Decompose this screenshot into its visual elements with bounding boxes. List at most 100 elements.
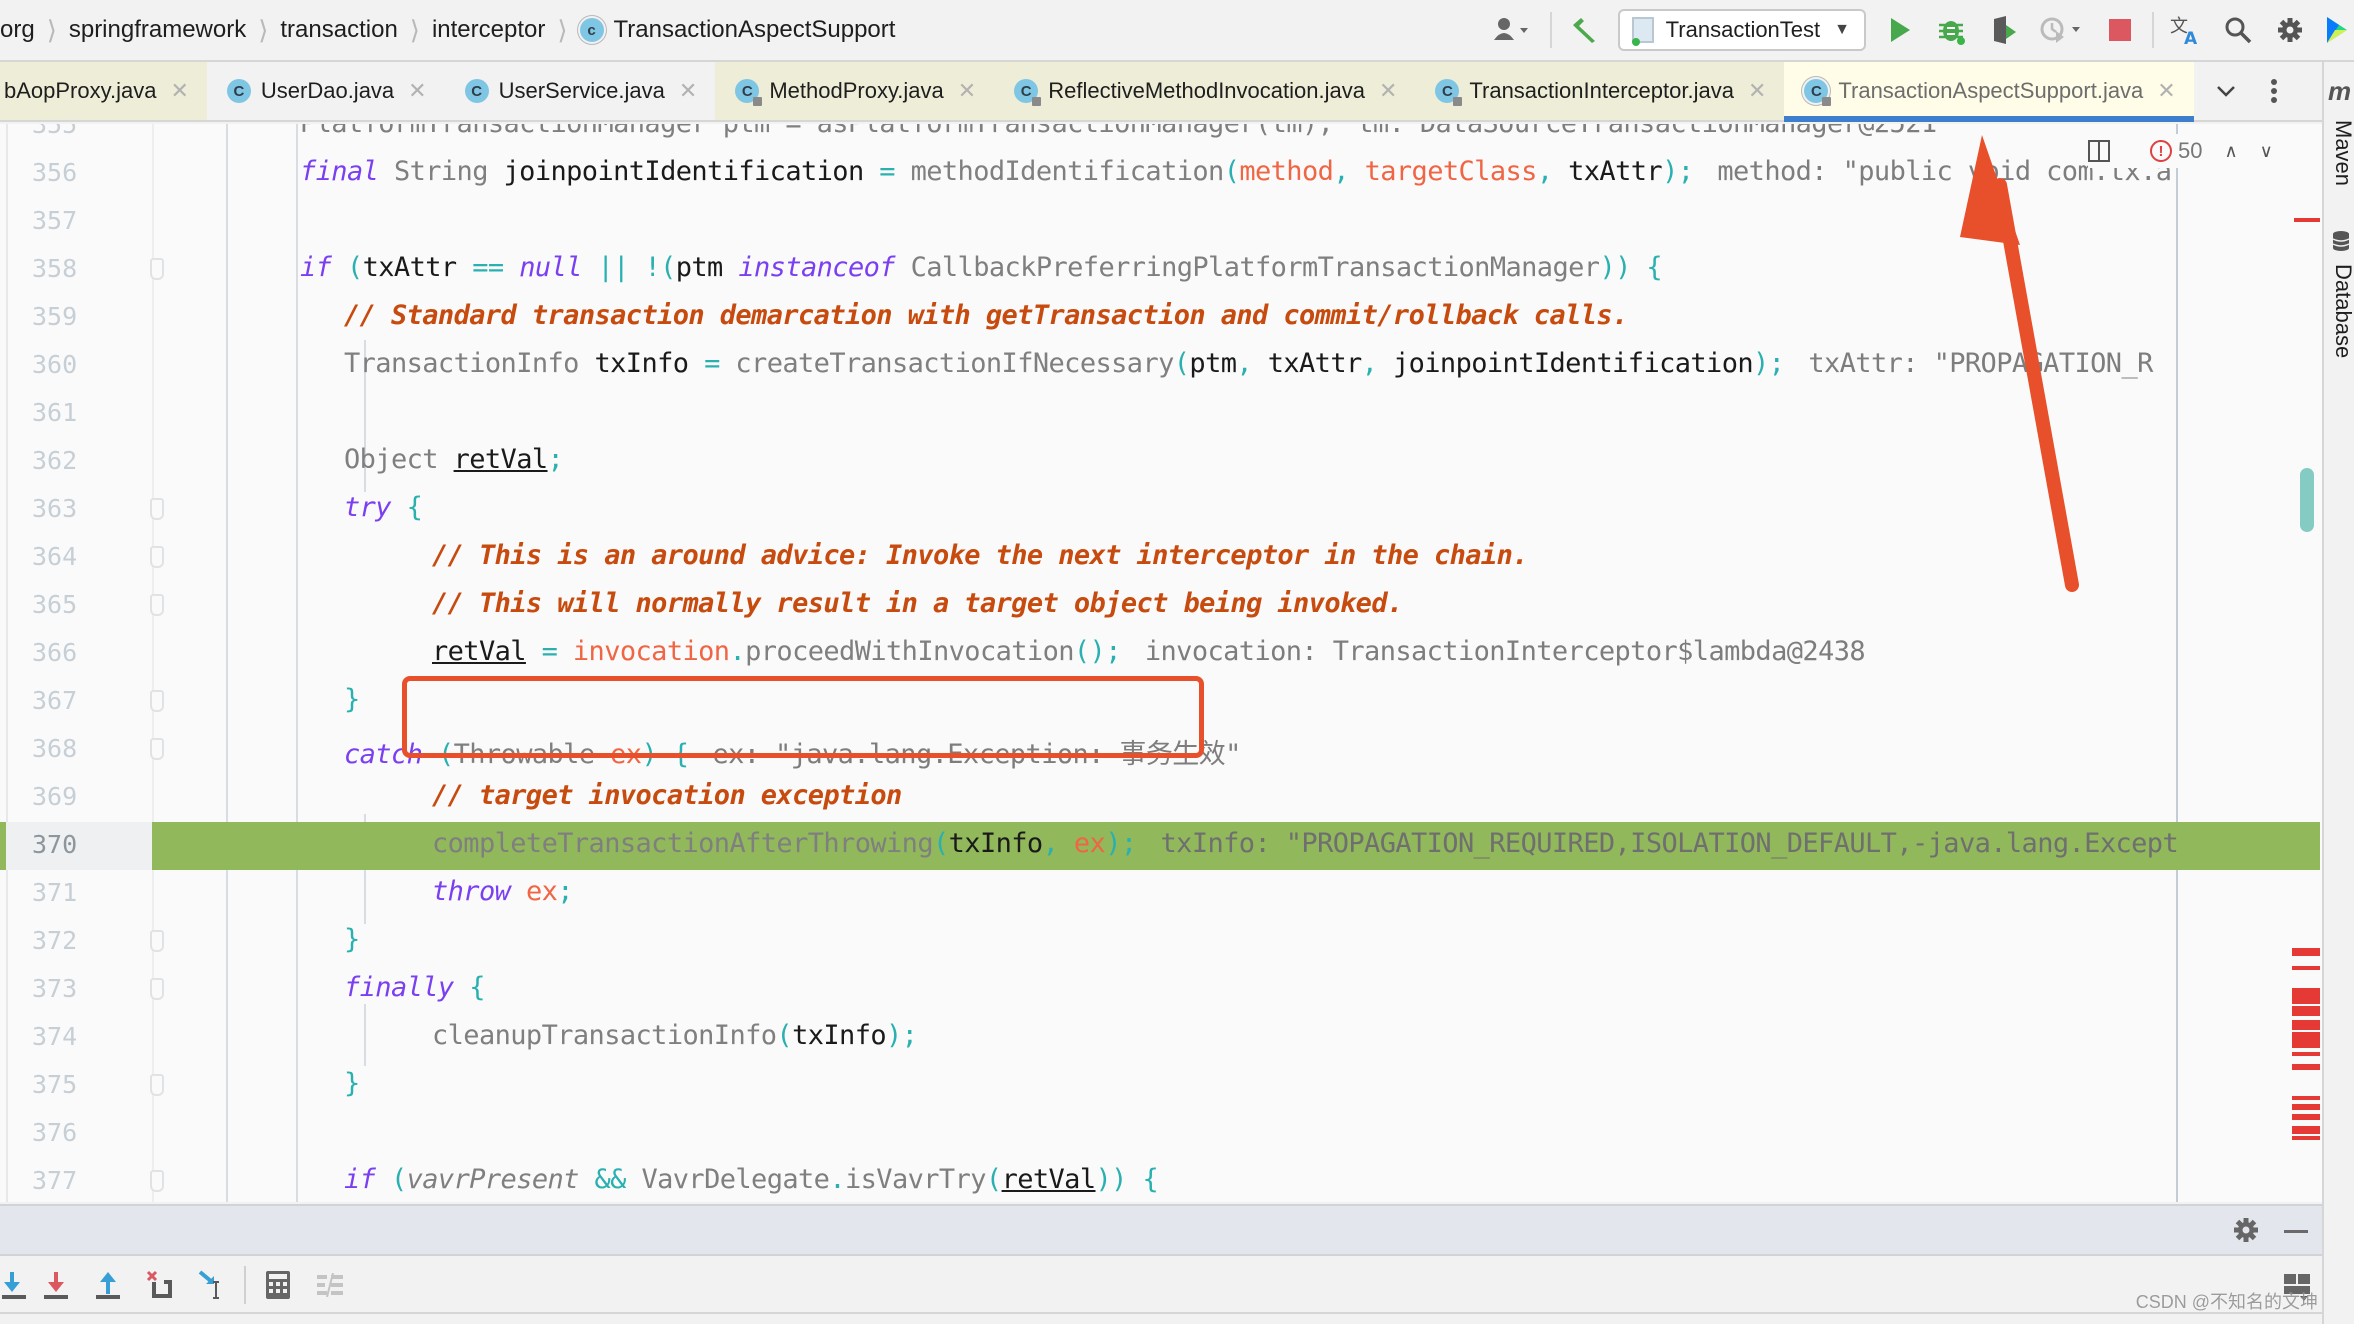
plugin-button[interactable] bbox=[2320, 8, 2354, 52]
code-line[interactable]: 362 Object retVal; bbox=[0, 438, 2320, 486]
code-line[interactable]: 363 try { bbox=[0, 486, 2320, 534]
code-line[interactable]: 366 retVal = invocation.proceedWithInvoc… bbox=[0, 630, 2320, 678]
error-stripe-mark[interactable] bbox=[2292, 1126, 2320, 1134]
gutter-cell: 369 bbox=[6, 774, 152, 822]
tab-transaction-interceptor[interactable]: C TransactionInterceptor.java ✕ bbox=[1415, 62, 1785, 120]
run-button[interactable] bbox=[1878, 8, 1922, 52]
search-button[interactable] bbox=[2216, 8, 2260, 52]
close-icon[interactable]: ✕ bbox=[1748, 78, 1766, 104]
database-tool-button[interactable]: Database bbox=[2330, 264, 2354, 358]
fold-toggle[interactable] bbox=[150, 1170, 164, 1192]
tab-userservice[interactable]: C UserService.java ✕ bbox=[445, 62, 716, 120]
code-line[interactable]: 357 bbox=[0, 198, 2320, 246]
translate-button[interactable]: 文A bbox=[2164, 8, 2208, 52]
drop-frame-button[interactable] bbox=[134, 1261, 186, 1309]
fold-toggle[interactable] bbox=[150, 690, 164, 712]
code-line[interactable]: 374 cleanupTransactionInfo(txInfo); bbox=[0, 1014, 2320, 1062]
breadcrumb-item-org[interactable]: org bbox=[0, 16, 35, 44]
fold-toggle[interactable] bbox=[150, 546, 164, 568]
error-stripe-mark[interactable] bbox=[2292, 948, 2320, 956]
step-into-button[interactable] bbox=[30, 1261, 82, 1309]
code-line[interactable]: 369 // target invocation exception bbox=[0, 774, 2320, 822]
run-to-cursor-button[interactable] bbox=[186, 1261, 238, 1309]
code-line[interactable]: 368 catch (Throwable ex) {ex: "java.lang… bbox=[0, 726, 2320, 774]
error-stripe-mark[interactable] bbox=[2292, 1104, 2320, 1110]
fold-toggle[interactable] bbox=[150, 594, 164, 616]
debug-button[interactable] bbox=[1930, 8, 1974, 52]
breadcrumb-item-transaction[interactable]: transaction bbox=[280, 16, 397, 44]
code-line[interactable]: 373 finally { bbox=[0, 966, 2320, 1014]
code-line[interactable]: 360 TransactionInfo txInfo = createTrans… bbox=[0, 342, 2320, 390]
tab-methodproxy[interactable]: C MethodProxy.java ✕ bbox=[715, 62, 995, 120]
code-line[interactable]: 371 throw ex; bbox=[0, 870, 2320, 918]
code-line[interactable]: 355 PlatformTransactionManager ptm = asP… bbox=[0, 124, 2320, 150]
vertical-scrollbar-thumb[interactable] bbox=[2300, 468, 2314, 532]
code-line[interactable]: 356 final String joinpointIdentification… bbox=[0, 150, 2320, 198]
close-icon[interactable]: ✕ bbox=[1379, 78, 1397, 104]
close-icon[interactable]: ✕ bbox=[2157, 78, 2175, 104]
fold-toggle[interactable] bbox=[150, 930, 164, 952]
previous-highlight-button[interactable]: ∧ bbox=[2224, 141, 2237, 162]
error-stripe-mark[interactable] bbox=[2292, 1032, 2320, 1048]
code-line[interactable]: 364 // This is an around advice: Invoke … bbox=[0, 534, 2320, 582]
fold-toggle[interactable] bbox=[150, 258, 164, 280]
close-icon[interactable]: ✕ bbox=[958, 78, 976, 104]
error-count[interactable]: 50 bbox=[2178, 138, 2202, 164]
current-execution-line[interactable]: 370 completeTransactionAfterThrowing(txI… bbox=[0, 822, 2320, 870]
code-line[interactable]: 359 // Standard transaction demarcation … bbox=[0, 294, 2320, 342]
code-line[interactable]: 376 bbox=[0, 1110, 2320, 1158]
error-stripe-mark[interactable] bbox=[2292, 1052, 2320, 1056]
fold-toggle[interactable] bbox=[150, 498, 164, 520]
error-stripe-mark[interactable] bbox=[2292, 1136, 2320, 1140]
code-line[interactable]: 361 bbox=[0, 390, 2320, 438]
debug-settings-button[interactable] bbox=[2232, 1216, 2260, 1249]
tab-reflective-method-invocation[interactable]: C ReflectiveMethodInvocation.java ✕ bbox=[994, 62, 1416, 120]
code-line[interactable]: 358 if (txAttr == null || !(ptm instance… bbox=[0, 246, 2320, 294]
error-stripe-mark[interactable] bbox=[2292, 1096, 2320, 1100]
close-icon[interactable]: ✕ bbox=[679, 78, 697, 104]
code-editor[interactable]: 355 PlatformTransactionManager ptm = asP… bbox=[0, 124, 2322, 1202]
error-stripe-mark[interactable] bbox=[2292, 988, 2320, 1004]
user-menu-button[interactable] bbox=[1484, 8, 1540, 52]
trace-stream-button[interactable] bbox=[304, 1261, 356, 1309]
error-stripe-mark[interactable] bbox=[2292, 1020, 2320, 1030]
code-line[interactable]: 372 } bbox=[0, 918, 2320, 966]
close-icon[interactable]: ✕ bbox=[408, 78, 426, 104]
error-stripe-mark[interactable] bbox=[2292, 966, 2320, 970]
fold-toggle[interactable] bbox=[150, 978, 164, 1000]
breadcrumb-item-interceptor[interactable]: interceptor bbox=[432, 16, 545, 44]
reader-mode-icon[interactable] bbox=[2088, 140, 2110, 162]
minimize-button[interactable] bbox=[2284, 1230, 2308, 1233]
stop-button[interactable] bbox=[2098, 8, 2142, 52]
profile-button[interactable] bbox=[2034, 8, 2090, 52]
code-line[interactable]: 377 if (vavrPresent && VavrDelegate.isVa… bbox=[0, 1158, 2320, 1202]
fold-toggle[interactable] bbox=[150, 1074, 164, 1096]
close-icon[interactable]: ✕ bbox=[170, 78, 188, 104]
class-icon: C bbox=[226, 79, 251, 103]
show-hidden-tabs-button[interactable] bbox=[2206, 69, 2246, 113]
fold-toggle[interactable] bbox=[150, 738, 164, 760]
error-stripe-mark[interactable] bbox=[2292, 1064, 2320, 1070]
build-button[interactable] bbox=[1562, 8, 1606, 52]
error-stripe-mark[interactable] bbox=[2294, 218, 2320, 222]
breadcrumb-item-springframework[interactable]: springframework bbox=[69, 16, 246, 44]
run-with-coverage-button[interactable] bbox=[1982, 8, 2026, 52]
step-over-button[interactable] bbox=[0, 1261, 30, 1309]
error-stripe-mark[interactable] bbox=[2292, 1006, 2320, 1016]
run-configuration-select[interactable]: TransactionTest ▼ bbox=[1617, 9, 1866, 51]
tab-userdao[interactable]: C UserDao.java ✕ bbox=[207, 62, 445, 120]
next-highlight-button[interactable]: ∨ bbox=[2260, 141, 2273, 162]
code-line[interactable]: 365 // This will normally result in a ta… bbox=[0, 582, 2320, 630]
settings-button[interactable] bbox=[2268, 8, 2312, 52]
code-line[interactable]: 375 } bbox=[0, 1062, 2320, 1110]
maven-tool-button[interactable]: Maven bbox=[2330, 120, 2354, 186]
code-line[interactable]: 367 } bbox=[0, 678, 2320, 726]
evaluate-expression-button[interactable] bbox=[252, 1261, 304, 1309]
gutter-cell: 372 bbox=[6, 918, 164, 966]
tab-aop-proxy[interactable]: bAopProxy.java ✕ bbox=[0, 62, 207, 120]
tab-transaction-aspect-support[interactable]: C TransactionAspectSupport.java ✕ bbox=[1784, 62, 2195, 122]
error-stripe-mark[interactable] bbox=[2292, 1114, 2320, 1120]
breadcrumb-item-class[interactable]: c TransactionAspectSupport bbox=[579, 16, 895, 44]
step-out-button[interactable] bbox=[82, 1261, 134, 1309]
tab-options-button[interactable] bbox=[2254, 69, 2294, 113]
